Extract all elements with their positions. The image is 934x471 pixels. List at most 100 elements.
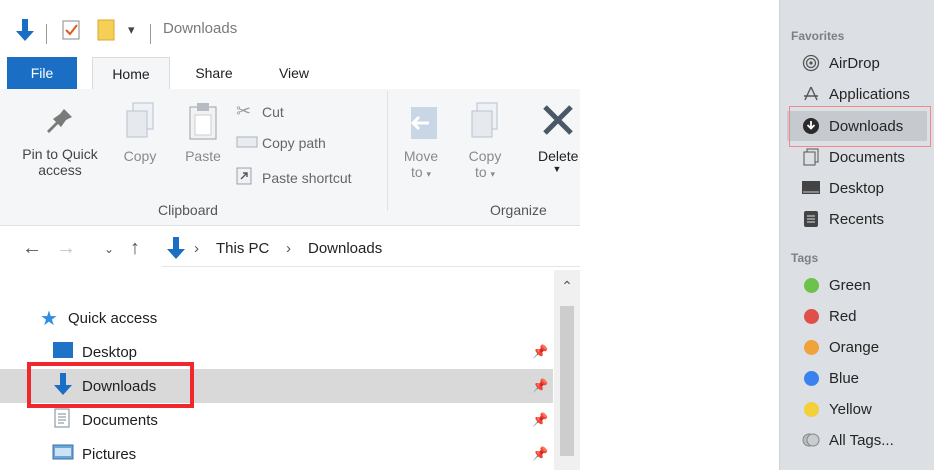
pictures-icon: [52, 444, 74, 464]
scissors-icon: ✂: [236, 101, 252, 121]
delete-x-icon: [543, 105, 573, 135]
all-tags-icon: [801, 430, 821, 450]
paste-shortcut-label: Paste shortcut: [262, 169, 352, 186]
file-explorer-window: ▾ Downloads File Home Share View Pin to …: [0, 0, 580, 470]
sidebar-item-desktop[interactable]: Desktop: [787, 173, 927, 203]
paste-icon: [189, 103, 217, 140]
pin-label-line2: access: [38, 162, 82, 178]
paste-button[interactable]: Paste: [178, 99, 228, 164]
tab-file[interactable]: File: [7, 57, 77, 89]
tag-dot-icon: [801, 337, 821, 357]
sidebar-tag-orange[interactable]: Orange: [787, 332, 927, 362]
recent-locations-chevron-icon[interactable]: ⌄: [104, 242, 114, 256]
tree-item-documents[interactable]: Documents 📌: [0, 403, 553, 437]
sidebar-tag-red[interactable]: Red: [787, 301, 927, 331]
sidebar-item-label: Blue: [829, 369, 860, 387]
sidebar-item-label: Red: [829, 307, 857, 325]
chevron-down-icon: ▼: [552, 164, 562, 174]
address-bar[interactable]: › This PC › Downloads: [162, 232, 580, 267]
move-to-button[interactable]: Move to ▾: [398, 99, 444, 180]
copy-to-button[interactable]: Copy to ▾: [462, 99, 508, 180]
toolbar-divider: [150, 24, 151, 44]
copy-button[interactable]: Copy: [118, 99, 162, 164]
sidebar-item-label: All Tags...: [829, 431, 894, 449]
pin-icon[interactable]: 📌: [532, 446, 548, 462]
copy-to-icon: [471, 102, 498, 138]
recents-icon: [801, 209, 821, 229]
window-title: Downloads: [163, 20, 238, 37]
paste-shortcut-icon: [236, 167, 262, 188]
copy-to-label-line1: Copy: [468, 148, 502, 164]
copy-label: Copy: [123, 148, 157, 164]
paste-label: Paste: [185, 148, 221, 164]
sidebar-item-label: Documents: [829, 148, 905, 166]
favorites-header: Favorites: [791, 29, 845, 43]
sidebar-item-label: Recents: [829, 210, 885, 228]
sidebar-item-all-tags[interactable]: All Tags...: [787, 425, 927, 455]
quick-access-toolbar: ▾ Downloads: [0, 10, 580, 50]
sidebar-item-label: Orange: [829, 338, 880, 356]
pin-icon[interactable]: 📌: [532, 344, 548, 360]
back-arrow-icon[interactable]: ←: [22, 237, 42, 260]
airdrop-icon: [801, 53, 821, 73]
chevron-down-icon: ▾: [490, 169, 496, 179]
up-arrow-icon[interactable]: ↑: [130, 237, 140, 260]
move-to-label-line1: Move: [403, 148, 439, 164]
tab-home[interactable]: Home: [92, 57, 170, 90]
ribbon-group-divider: [387, 91, 388, 211]
delete-button[interactable]: Delete ▼: [534, 99, 580, 174]
tree-item-pictures[interactable]: Pictures 📌: [0, 437, 553, 471]
desktop-icon: [52, 341, 74, 363]
copy-path-icon: [236, 135, 262, 151]
tree-item-quick-access[interactable]: ★ Quick access: [0, 301, 553, 335]
breadcrumb-separator: ›: [194, 240, 199, 257]
copy-to-label-line2: to: [474, 164, 487, 180]
download-arrow-icon[interactable]: [14, 10, 36, 50]
star-icon: ★: [40, 307, 58, 330]
documents-icon: [801, 147, 821, 167]
tag-dot-icon: [801, 306, 821, 326]
cut-button[interactable]: ✂ Cut: [236, 101, 284, 122]
new-folder-icon[interactable]: [96, 10, 116, 50]
sidebar-item-airdrop[interactable]: AirDrop: [787, 48, 927, 78]
delete-label: Delete: [538, 148, 579, 164]
paste-shortcut-button[interactable]: Paste shortcut: [236, 167, 352, 188]
pin-icon[interactable]: 📌: [532, 378, 548, 394]
move-to-icon: [410, 107, 437, 139]
sidebar-item-label: Yellow: [829, 400, 872, 418]
breadcrumb-downloads[interactable]: Downloads: [308, 240, 382, 257]
sidebar-item-label: Applications: [829, 85, 910, 103]
sidebar-tag-yellow[interactable]: Yellow: [787, 394, 927, 424]
address-bar-row: ← → ⌄ ↑ › This PC › Downloads: [0, 232, 580, 268]
sidebar-item-label: AirDrop: [829, 54, 880, 72]
sidebar-item-recents[interactable]: Recents: [787, 204, 927, 234]
tree-label: Quick access: [68, 309, 158, 327]
pin-icon[interactable]: 📌: [532, 412, 548, 428]
copy-path-label: Copy path: [262, 135, 326, 151]
breadcrumb-separator: ›: [286, 240, 291, 257]
pin-to-quick-access-button[interactable]: Pin to Quick access: [12, 103, 108, 178]
highlight-box-finder-downloads: [789, 106, 931, 147]
forward-arrow-icon[interactable]: →: [56, 237, 76, 260]
finder-sidebar: Favorites AirDrop Applications Downloads…: [779, 0, 934, 470]
sidebar-tag-blue[interactable]: Blue: [787, 363, 927, 393]
tree-label: Pictures: [82, 445, 137, 463]
breadcrumb-this-pc[interactable]: This PC: [216, 240, 269, 257]
tree-label: Desktop: [82, 343, 138, 361]
toolbar-divider: [46, 24, 47, 44]
navigation-scrollbar[interactable]: ⌃: [554, 270, 580, 470]
scroll-up-icon[interactable]: ⌃: [554, 278, 580, 295]
sidebar-item-applications[interactable]: Applications: [787, 79, 927, 109]
properties-check-icon[interactable]: [62, 10, 80, 50]
scrollbar-thumb[interactable]: [560, 306, 574, 456]
tab-share[interactable]: Share: [180, 57, 248, 89]
copy-icon: [126, 102, 154, 138]
download-arrow-icon: [166, 235, 186, 266]
tab-view[interactable]: View: [262, 57, 326, 89]
chevron-down-icon: ▾: [426, 169, 432, 179]
sidebar-item-label: Desktop: [829, 179, 885, 197]
customize-toolbar-icon[interactable]: ▾: [128, 10, 135, 50]
applications-icon: [801, 84, 821, 104]
copy-path-button[interactable]: Copy path: [236, 135, 326, 151]
sidebar-tag-green[interactable]: Green: [787, 270, 927, 300]
